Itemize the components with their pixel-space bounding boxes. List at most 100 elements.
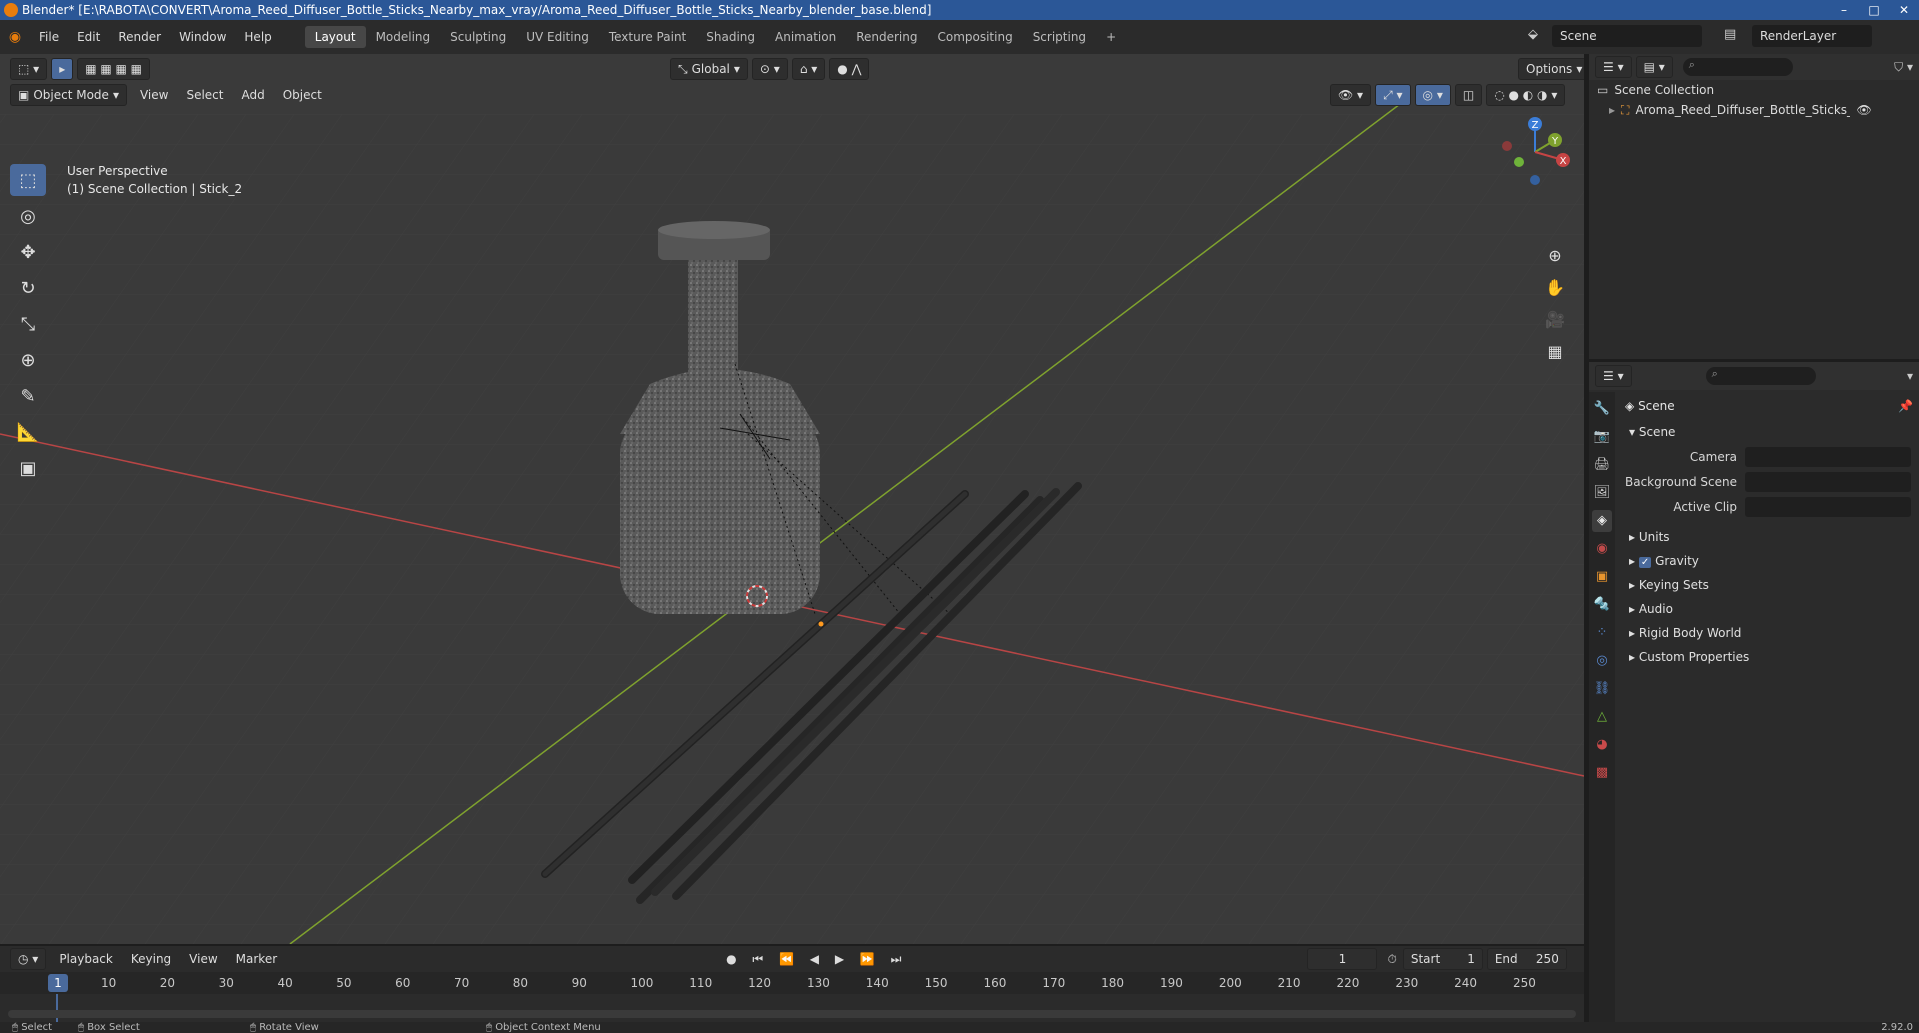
- options-dropdown[interactable]: Options ▾: [1518, 58, 1584, 80]
- outliner-search-input[interactable]: ⌕: [1682, 58, 1793, 76]
- timeline-menu-marker[interactable]: Marker: [227, 948, 286, 970]
- view-layer-icon[interactable]: ▤: [1724, 27, 1736, 42]
- editor-type-button[interactable]: ⬚ ▾: [10, 58, 48, 80]
- menu-help[interactable]: Help: [235, 20, 280, 54]
- camera-view-icon[interactable]: 🎥: [1543, 308, 1567, 332]
- tab-rendering[interactable]: Rendering: [846, 26, 927, 48]
- scene-selector[interactable]: Scene: [1552, 25, 1702, 47]
- menu-edit[interactable]: Edit: [68, 20, 109, 54]
- menu-window[interactable]: Window: [170, 20, 235, 54]
- data-tab-icon[interactable]: △: [1592, 706, 1612, 728]
- object-tab-icon[interactable]: ▣: [1592, 566, 1612, 588]
- add-workspace-button[interactable]: +: [1096, 26, 1126, 48]
- scene-tab-icon[interactable]: ◈: [1592, 510, 1612, 532]
- timeline-scrollbar[interactable]: [8, 1010, 1576, 1018]
- modifier-tab-icon[interactable]: 🔩: [1592, 594, 1612, 616]
- timeline-menu-view[interactable]: View: [180, 948, 226, 970]
- tab-compositing[interactable]: Compositing: [927, 26, 1022, 48]
- properties-options-icon[interactable]: ▾: [1907, 369, 1913, 383]
- outliner-item[interactable]: ▸ ⛶ Aroma_Reed_Diffuser_Bottle_Sticks_Ne…: [1589, 100, 1919, 120]
- timeline-editor-type[interactable]: ◷ ▾: [10, 948, 47, 970]
- outliner-display-mode[interactable]: ▤ ▾: [1635, 56, 1673, 78]
- menu-render[interactable]: Render: [109, 20, 170, 54]
- particles-tab-icon[interactable]: ⁘: [1592, 622, 1612, 644]
- close-icon[interactable]: ✕: [1889, 0, 1919, 20]
- tab-uv-editing[interactable]: UV Editing: [516, 26, 599, 48]
- viewport-menu-add[interactable]: Add: [232, 84, 273, 106]
- playhead[interactable]: 1: [48, 974, 68, 992]
- ortho-grid-icon[interactable]: ▦: [1543, 340, 1567, 364]
- maximize-icon[interactable]: □: [1859, 0, 1889, 20]
- visibility-eye-icon[interactable]: 👁: [1856, 100, 1871, 120]
- outliner-scene-collection[interactable]: ▭ Scene Collection: [1589, 80, 1919, 100]
- xray-toggle[interactable]: ◫: [1454, 84, 1483, 106]
- visibility-dropdown[interactable]: 👁 ▾: [1330, 84, 1372, 106]
- view-layer-tab-icon[interactable]: 🖼: [1592, 482, 1612, 504]
- output-tab-icon[interactable]: 🖨: [1592, 454, 1612, 476]
- texture-tab-icon[interactable]: ▩: [1592, 762, 1612, 784]
- background-scene-field[interactable]: [1745, 471, 1911, 492]
- pin-icon[interactable]: 📌: [1898, 392, 1913, 420]
- viewport-menu-select[interactable]: Select: [177, 84, 232, 106]
- orientation-dropdown[interactable]: ⤡ Global ▾: [670, 58, 748, 80]
- gravity-checkbox[interactable]: ✓: [1638, 557, 1652, 568]
- tab-shading[interactable]: Shading: [696, 26, 765, 48]
- viewport-menu-object[interactable]: Object: [274, 84, 331, 106]
- zoom-icon[interactable]: ⊕: [1543, 244, 1567, 268]
- active-clip-field[interactable]: [1745, 496, 1911, 517]
- measure-tool-icon[interactable]: 📐: [10, 416, 46, 448]
- tab-animation[interactable]: Animation: [765, 26, 846, 48]
- tab-modeling[interactable]: Modeling: [366, 26, 441, 48]
- view-layer-selector[interactable]: RenderLayer: [1752, 25, 1872, 47]
- material-tab-icon[interactable]: ◕: [1592, 734, 1612, 756]
- panel-rigid-body-world[interactable]: ▸ Rigid Body World: [1619, 621, 1919, 645]
- select-tool-button[interactable]: ▸: [51, 58, 74, 80]
- outliner-editor-type[interactable]: ☰ ▾: [1595, 56, 1632, 78]
- tab-scripting[interactable]: Scripting: [1023, 26, 1096, 48]
- properties-editor-type[interactable]: ☰ ▾: [1595, 365, 1632, 387]
- scene-icon[interactable]: ⬙: [1528, 27, 1538, 42]
- stopwatch-icon[interactable]: ⏱: [1387, 952, 1396, 967]
- timeline-menu-keying[interactable]: Keying: [122, 948, 180, 970]
- move-tool-icon[interactable]: ✥: [10, 236, 46, 268]
- panel-gravity[interactable]: ▸ ✓ Gravity: [1619, 549, 1919, 573]
- world-tab-icon[interactable]: ◉: [1592, 538, 1612, 560]
- physics-tab-icon[interactable]: ◎: [1592, 650, 1612, 672]
- panel-keying-sets[interactable]: ▸ Keying Sets: [1619, 573, 1919, 597]
- end-frame-field[interactable]: End 250: [1486, 948, 1567, 970]
- scale-tool-icon[interactable]: ⤡: [10, 308, 46, 340]
- start-frame-field[interactable]: Start 1: [1402, 948, 1483, 970]
- mode-dropdown[interactable]: ▣ Object Mode ▾: [10, 84, 127, 106]
- properties-search-input[interactable]: ⌕: [1705, 367, 1816, 385]
- timeline-ruler[interactable]: 1 10 20 30 40 50 60 70 80 90 100 110 120 130 140 150 16…: [0, 972, 1584, 994]
- cursor-tool-icon[interactable]: ◎: [10, 200, 46, 232]
- current-frame-field[interactable]: 1: [1307, 948, 1378, 970]
- panel-audio[interactable]: ▸ Audio: [1619, 597, 1919, 621]
- shading-buttons[interactable]: ◌ ● ◐ ◑ ▾: [1486, 84, 1566, 106]
- rotate-tool-icon[interactable]: ↻: [10, 272, 46, 304]
- 3d-viewport[interactable]: ⬚ ▾ ▸ ▦ ▦ ▦ ▦ ⤡ Global ▾ ⊙ ▾ ⌂ ▾ ● ⋀ Opt…: [0, 54, 1584, 944]
- tool-tab-icon[interactable]: 🔧: [1592, 398, 1612, 420]
- select-box-icon[interactable]: ⬚: [10, 164, 46, 196]
- viewport-menu-view[interactable]: View: [131, 84, 177, 106]
- blender-menu-icon[interactable]: ◉: [0, 29, 30, 45]
- navigation-gizmo[interactable]: Z Y X: [1495, 112, 1575, 192]
- pivot-dropdown[interactable]: ⊙ ▾: [751, 58, 788, 80]
- timeline-menu-playback[interactable]: Playback: [50, 948, 122, 970]
- overlay-toggle[interactable]: ◎ ▾: [1414, 84, 1451, 106]
- transform-tool-icon[interactable]: ⊕: [10, 344, 46, 376]
- add-cube-tool-icon[interactable]: ▣: [10, 452, 46, 484]
- scene-section-header[interactable]: ▾ Scene: [1619, 420, 1919, 444]
- pan-hand-icon[interactable]: ✋: [1543, 276, 1567, 300]
- minimize-icon[interactable]: –: [1829, 0, 1859, 20]
- constraints-tab-icon[interactable]: ⛓: [1592, 678, 1612, 700]
- snap-toggle[interactable]: ⌂ ▾: [791, 58, 826, 80]
- render-tab-icon[interactable]: 📷: [1592, 426, 1612, 448]
- tab-sculpting[interactable]: Sculpting: [440, 26, 516, 48]
- tab-layout[interactable]: Layout: [304, 26, 366, 48]
- camera-field[interactable]: [1745, 446, 1911, 467]
- annotate-tool-icon[interactable]: ✎: [10, 380, 46, 412]
- panel-units[interactable]: ▸ Units: [1619, 525, 1919, 549]
- filter-icon[interactable]: ⛉ ▾: [1894, 60, 1913, 75]
- expand-arrow-icon[interactable]: ▸: [1609, 100, 1615, 120]
